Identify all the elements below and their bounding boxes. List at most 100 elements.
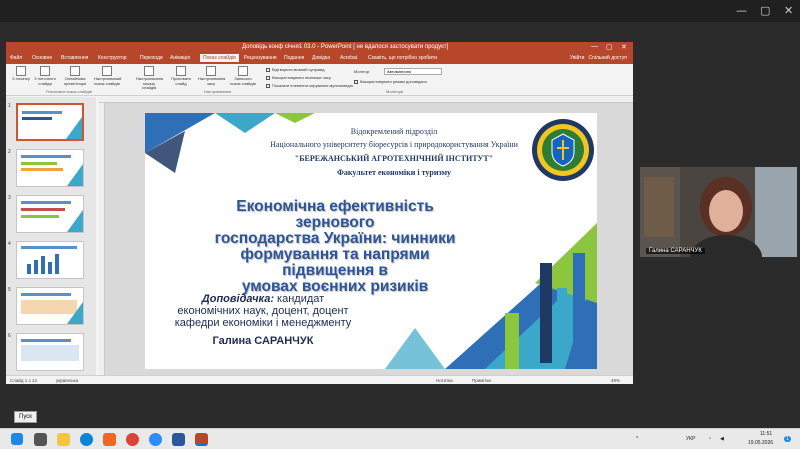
- volume-icon[interactable]: ◀: [720, 436, 724, 442]
- slide-title: Економічна ефективність зернового господ…: [214, 198, 456, 295]
- slideshow-icon: [40, 66, 50, 76]
- vertical-ruler: [99, 103, 105, 375]
- clock-time[interactable]: 11:51: [760, 431, 772, 437]
- task-view-icon[interactable]: [34, 433, 47, 446]
- zoom-level[interactable]: 49%: [611, 378, 620, 383]
- notification-badge[interactable]: 1: [784, 436, 791, 442]
- slide-thumbnail[interactable]: [16, 103, 84, 141]
- slide-counter: Слайд 1 з 14: [10, 378, 37, 383]
- tab-help[interactable]: Довідка: [312, 55, 330, 61]
- tab-design[interactable]: Конструктор: [98, 55, 127, 61]
- subtitle-line-1: Відокремлений підрозділ: [350, 127, 438, 136]
- thumb-number: 4: [8, 241, 11, 247]
- tab-acrobat[interactable]: Acrobat: [340, 55, 357, 61]
- media-controls-check[interactable]: Показати елементи керування мультимедіа: [266, 83, 353, 88]
- windows-taskbar: ^ УКР ◔ ◀ 11:51 19.05.2026 1: [0, 428, 800, 449]
- tray-chevron-icon[interactable]: ^: [636, 436, 638, 442]
- horizontal-ruler: [99, 97, 633, 103]
- language-indicator[interactable]: українська: [56, 378, 78, 383]
- participant-video[interactable]: [640, 167, 797, 257]
- maximize-icon[interactable]: ▢: [760, 4, 770, 17]
- ppt-minimize-icon[interactable]: —: [591, 43, 598, 50]
- institute-emblem-icon: [532, 119, 594, 181]
- word-icon[interactable]: [172, 433, 185, 446]
- from-current-button[interactable]: З поточного слайда: [32, 66, 58, 86]
- current-slide[interactable]: Відокремлений підрозділ Національного ун…: [145, 113, 597, 369]
- windows-start-icon[interactable]: [11, 433, 23, 445]
- group-start-slideshow: Розпочати показ слайдів: [46, 89, 92, 94]
- tab-insert[interactable]: Вставлення: [61, 55, 88, 61]
- slide-thumbnails-pane: 1 2 3 4 5 6: [6, 97, 96, 375]
- thumb-number: 1: [8, 103, 11, 109]
- tab-slideshow[interactable]: Показ слайдів: [200, 54, 239, 62]
- tab-review[interactable]: Рецензування: [244, 55, 277, 61]
- ribbon-search[interactable]: Скажіть, що потрібно зробити: [368, 55, 437, 61]
- monitor-select[interactable]: Автоматично: [384, 68, 442, 75]
- slide-thumbnail[interactable]: [16, 241, 84, 279]
- slide-thumbnail[interactable]: [16, 149, 84, 187]
- account-area: Увійти Спільний доступ: [570, 55, 627, 61]
- speaker-label: Доповідачка:: [201, 293, 274, 305]
- tab-file[interactable]: Файл: [10, 55, 22, 61]
- online-icon: [70, 66, 80, 76]
- narrations-check[interactable]: Відтворити мовний супровід: [266, 67, 325, 72]
- participant-avatar: [640, 167, 797, 257]
- slide-thumbnail[interactable]: [16, 287, 84, 325]
- keyboard-language[interactable]: УКР: [686, 436, 695, 442]
- thumb-number: 2: [8, 149, 11, 155]
- ppt-maximize-icon[interactable]: ▢: [606, 43, 613, 51]
- rehearse-timings-button[interactable]: Настроювання часу: [198, 66, 225, 86]
- faculty-name: Факультет економіки і туризму: [336, 168, 452, 177]
- speaker-name: Галина САРАНЧУК: [212, 335, 314, 347]
- title-bar: Доповідь конф січня1 03.0 - PowerPoint […: [6, 42, 633, 54]
- setup-show-button[interactable]: Настроювання показу слайдів: [136, 66, 163, 91]
- powerpoint-icon[interactable]: [195, 433, 208, 446]
- slide-thumbnail[interactable]: [16, 333, 84, 371]
- chrome-icon[interactable]: [126, 433, 139, 446]
- record-show-button[interactable]: Записати показ слайдів: [230, 66, 256, 86]
- start-tooltip: Пуск: [14, 411, 37, 423]
- record-icon: [238, 66, 248, 76]
- status-bar: Слайд 1 з 14 українська Нотатки Примітки…: [6, 375, 633, 384]
- minimize-icon[interactable]: —: [736, 4, 747, 17]
- tab-view[interactable]: Подання: [284, 55, 304, 61]
- file-explorer-icon[interactable]: [57, 433, 70, 446]
- ppt-close-icon[interactable]: ✕: [621, 43, 627, 51]
- hide-slide-button[interactable]: Приховати слайд: [168, 66, 194, 86]
- close-icon[interactable]: ✕: [784, 4, 793, 17]
- slideshow-icon: [16, 66, 26, 76]
- thumb-number: 3: [8, 195, 11, 201]
- tab-animations[interactable]: Анімація: [170, 55, 190, 61]
- participant-name-label: Галина САРАНЧУК: [646, 248, 705, 254]
- tab-transitions[interactable]: Переходи: [140, 55, 163, 61]
- sign-in-link[interactable]: Увійти: [570, 55, 585, 61]
- ribbon-panel: З початку З поточного слайда Онлайнова п…: [6, 64, 633, 96]
- custom-show-icon: [102, 66, 112, 76]
- share-button[interactable]: Спільний доступ: [589, 55, 627, 61]
- tab-home[interactable]: Основне: [32, 55, 52, 61]
- online-presentation-button[interactable]: Онлайнова презентація: [62, 66, 88, 86]
- thumb-number: 6: [8, 333, 11, 339]
- clock-date[interactable]: 19.05.2026: [748, 440, 773, 446]
- speaker-block: Доповідачка: кандидат економічних наук, …: [174, 293, 352, 329]
- edge-icon[interactable]: [80, 433, 93, 446]
- timer-icon: [206, 66, 216, 76]
- monitor-label: Монітор:: [354, 69, 371, 74]
- setup-icon: [144, 66, 154, 76]
- remote-session-bar: — ▢ ✕: [0, 0, 800, 22]
- timings-check[interactable]: Використовувати позначки часу: [266, 75, 331, 80]
- presenter-view-check[interactable]: Використовувати режим доповідача: [354, 79, 427, 84]
- hide-slide-icon: [176, 66, 186, 76]
- group-setup: Настроювання: [204, 89, 232, 94]
- wifi-icon[interactable]: ◔: [708, 436, 711, 442]
- zoom-icon[interactable]: [149, 433, 162, 446]
- slide-thumbnail[interactable]: [16, 195, 84, 233]
- institute-name: "БЕРЕЖАНСЬКИЙ АГРОТЕХНІЧНИЙ ІНСТИТУТ": [294, 154, 494, 163]
- comments-button[interactable]: Примітки: [472, 378, 491, 383]
- document-title: Доповідь конф січня1 03.0 - PowerPoint […: [242, 44, 449, 50]
- notes-button[interactable]: Нотатки: [436, 378, 453, 383]
- ribbon-tabs: Файл Основне Вставлення Конструктор Пере…: [6, 54, 633, 64]
- store-icon[interactable]: [103, 433, 116, 446]
- from-beginning-button[interactable]: З початку: [8, 66, 34, 82]
- custom-show-button[interactable]: Настроюваний показ слайдів: [94, 66, 121, 86]
